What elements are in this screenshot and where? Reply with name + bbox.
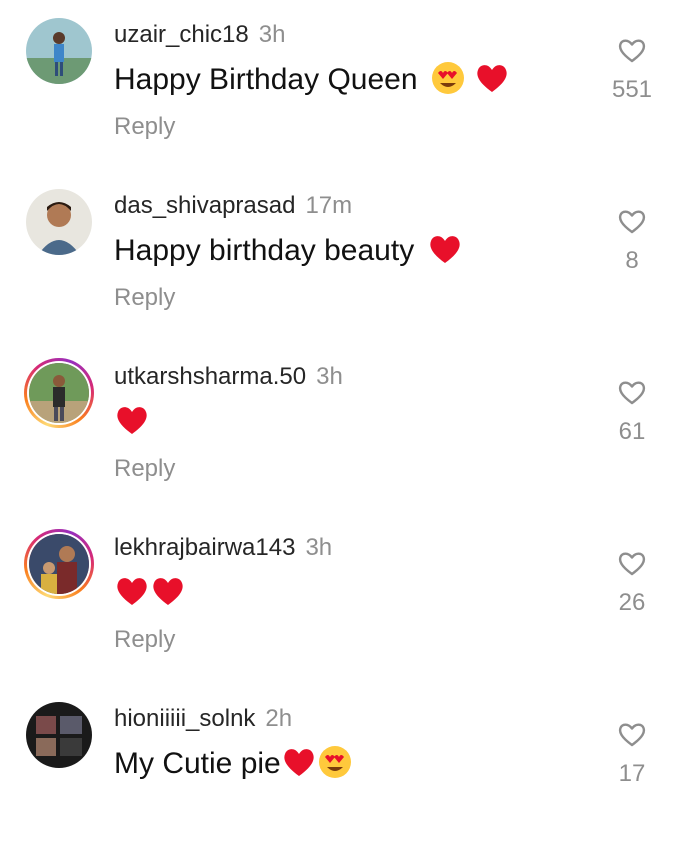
comment-item: das_shivaprasad 17m Happy birthday beauty… — [0, 171, 681, 342]
heart-outline-icon[interactable] — [617, 720, 647, 748]
avatar[interactable] — [24, 187, 94, 257]
comment-text-content: My Cutie pie — [114, 747, 281, 780]
avatar[interactable] — [24, 16, 94, 86]
comment-meta: hioniiiii_solnk 2h — [114, 704, 292, 734]
like-count: 17 — [618, 760, 646, 787]
comment-text: My Cutie pie — [114, 744, 353, 784]
avatar-story-ring[interactable] — [24, 529, 94, 599]
comment-text-content: Happy Birthday Queen — [114, 63, 418, 96]
red-heart-emoji — [117, 407, 147, 434]
comment-meta: utkarshsharma.50 3h — [114, 362, 343, 392]
comment-text-content: Happy birthday beauty — [114, 234, 415, 267]
timestamp: 3h — [305, 534, 333, 561]
timestamp: 3h — [316, 363, 343, 390]
comment-meta: das_shivaprasad 17m — [114, 191, 352, 221]
like-count: 551 — [611, 76, 653, 103]
heart-outline-icon[interactable] — [617, 378, 647, 406]
comment-text: Happy Birthday Queen — [114, 60, 510, 100]
heart-eyes-emoji — [318, 746, 351, 778]
heart-outline-icon[interactable] — [617, 36, 647, 64]
comment-item: lekhrajbairwa143 3h Reply 26 — [0, 513, 681, 684]
reply-button[interactable]: Reply — [114, 454, 175, 484]
comment-text — [114, 573, 186, 613]
avatar-story-ring[interactable] — [24, 358, 94, 428]
heart-outline-icon[interactable] — [617, 549, 647, 577]
like-area: 26 — [605, 549, 659, 617]
timestamp: 3h — [258, 21, 286, 48]
comment-item: hioniiiii_solnk 2h My Cutie pie 17 — [0, 684, 681, 855]
username[interactable]: das_shivaprasad — [114, 192, 295, 219]
comment-item: uzair_chic18 3h Happy Birthday Queen Repl… — [0, 0, 681, 171]
reply-button[interactable]: Reply — [114, 283, 175, 313]
avatar-photo — [26, 18, 92, 84]
red-heart-emoji — [284, 749, 314, 776]
red-heart-emoji — [117, 578, 147, 605]
avatar[interactable] — [24, 700, 94, 770]
avatar-photo — [29, 534, 89, 594]
red-heart-emoji — [477, 65, 507, 92]
like-area: 61 — [605, 378, 659, 446]
comment-text: Happy birthday beauty — [114, 231, 463, 271]
red-heart-emoji — [153, 578, 183, 605]
avatar-photo — [26, 702, 92, 768]
timestamp: 2h — [265, 705, 293, 732]
reply-button[interactable]: Reply — [114, 625, 175, 655]
comment-meta: lekhrajbairwa143 3h — [114, 533, 332, 563]
like-count: 61 — [618, 418, 646, 445]
reply-button[interactable]: Reply — [114, 112, 175, 142]
avatar-photo — [26, 189, 92, 255]
username[interactable]: utkarshsharma.50 — [114, 363, 306, 390]
timestamp: 17m — [305, 192, 353, 219]
comment-item: utkarshsharma.50 3h Reply 61 — [0, 342, 681, 513]
comment-text — [114, 402, 150, 442]
username[interactable]: lekhrajbairwa143 — [114, 534, 295, 561]
red-heart-emoji — [429, 236, 460, 263]
comment-meta: uzair_chic18 3h — [114, 20, 285, 50]
like-area: 8 — [605, 207, 659, 275]
like-area: 551 — [605, 36, 659, 104]
like-count: 8 — [625, 247, 639, 274]
username[interactable]: hioniiiii_solnk — [114, 705, 255, 732]
like-count: 26 — [618, 589, 646, 616]
heart-eyes-emoji — [431, 62, 464, 94]
username[interactable]: uzair_chic18 — [114, 21, 249, 48]
avatar-photo — [29, 363, 89, 423]
like-area: 17 — [605, 720, 659, 788]
heart-outline-icon[interactable] — [617, 207, 647, 235]
